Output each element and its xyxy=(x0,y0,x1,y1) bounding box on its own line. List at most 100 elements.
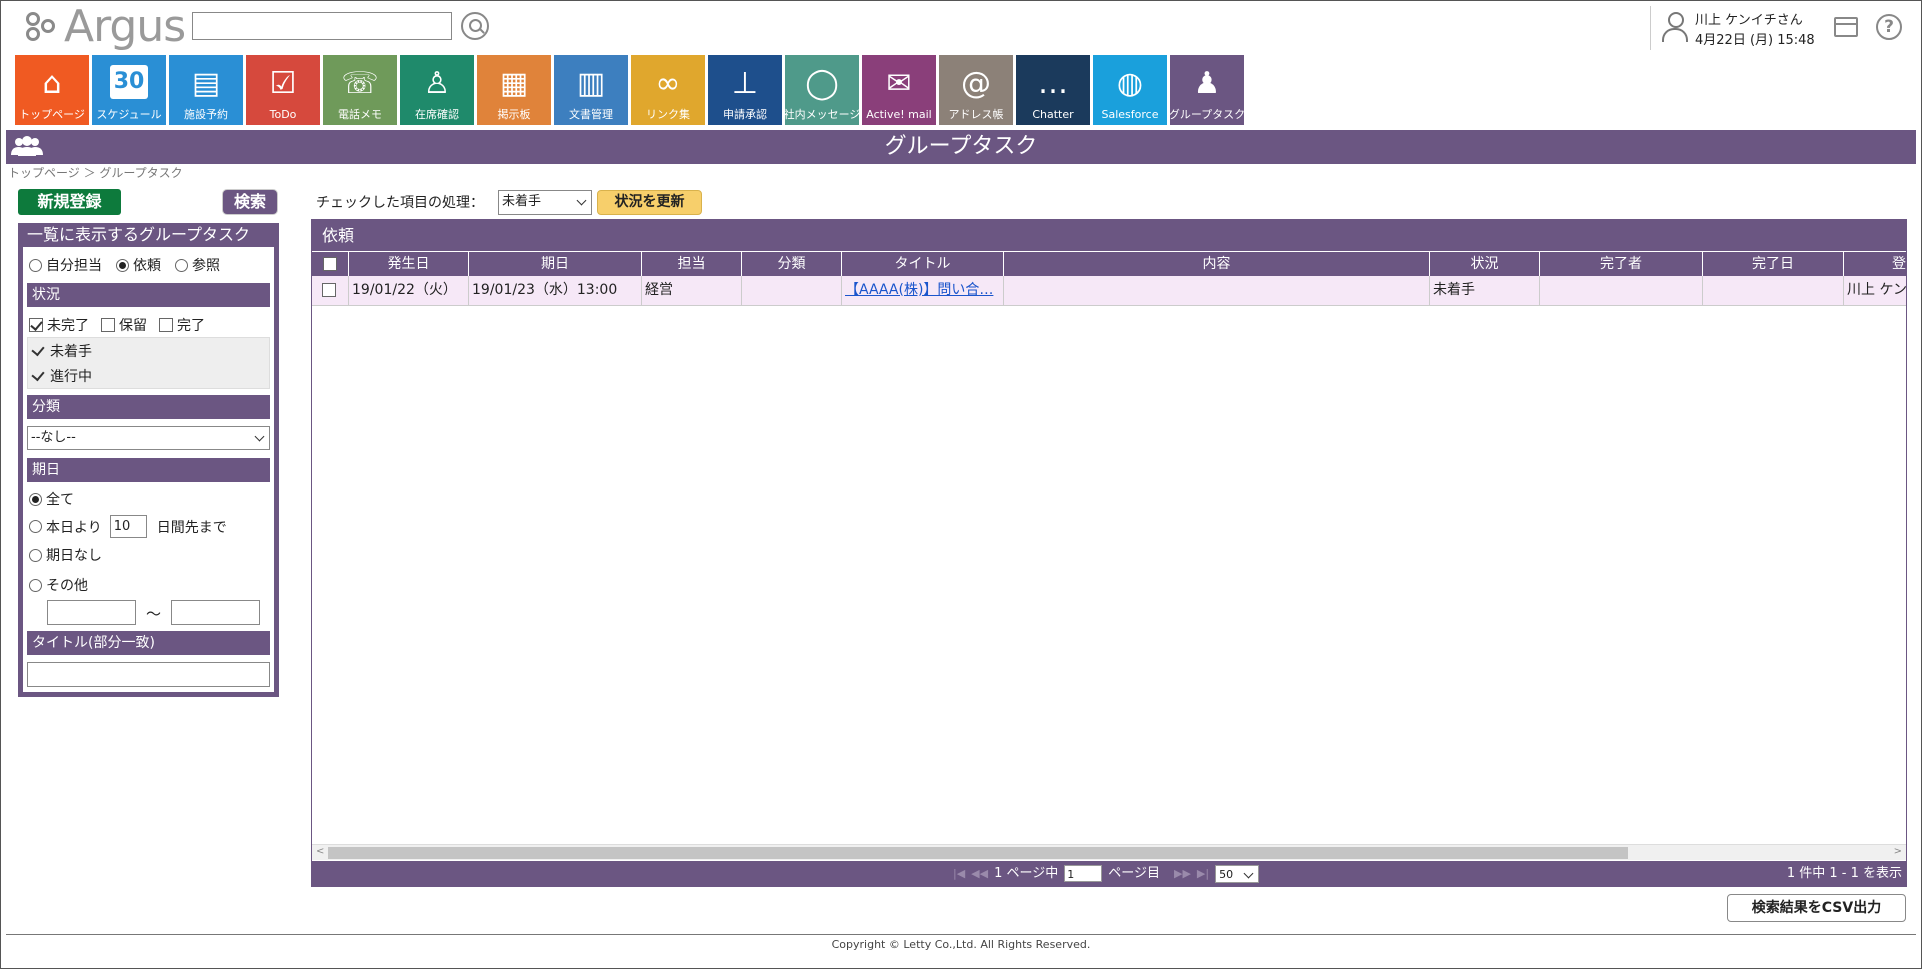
app-tile[interactable]: ▦ 掲示板 xyxy=(477,55,551,125)
due-radio-other[interactable] xyxy=(29,578,42,592)
sub-status-item[interactable]: 未着手 xyxy=(31,341,92,361)
title-search-input[interactable] xyxy=(27,662,270,687)
due-from-input[interactable] xyxy=(47,600,136,625)
table-row[interactable]: 19/01/22（火） 19/01/23（水）13:00 経営 【AAAA(株)… xyxy=(312,276,1906,306)
sub-status-item[interactable]: 進行中 xyxy=(31,366,92,386)
next-page-icon[interactable]: ▶▶ xyxy=(1174,861,1191,886)
breadcrumb[interactable]: トップページ ＞ グループタスク xyxy=(8,164,183,181)
app-tile-label: リンク集 xyxy=(646,108,690,121)
footer-copyright: Copyright © Letty Co.,Ltd. All Rights Re… xyxy=(831,938,1091,951)
page-number-input[interactable]: 1 xyxy=(1064,865,1103,882)
scope-radio-request[interactable] xyxy=(116,258,129,272)
window-icon[interactable] xyxy=(1834,17,1858,37)
task-title-link[interactable]: 【AAAA(株)】問い合… xyxy=(845,282,993,298)
scroll-left-icon[interactable]: < xyxy=(316,846,324,857)
pager-controls: |◀ ◀◀ 1 ページ中 1 ページ目 ▶▶ ▶| 50 xyxy=(953,861,1260,886)
due-radio-from-today[interactable] xyxy=(29,520,42,533)
column-header[interactable]: 発生日 xyxy=(349,252,469,276)
current-datetime: 4月22日 (月) 15:48 xyxy=(1695,33,1815,48)
cell-content xyxy=(1004,276,1430,305)
sub-status-label: 進行中 xyxy=(50,369,92,385)
cell-completed-on xyxy=(1703,276,1844,305)
scrollbar-thumb[interactable] xyxy=(328,847,1628,859)
check-icon xyxy=(31,342,45,356)
scroll-right-icon[interactable]: > xyxy=(1894,846,1902,857)
column-header[interactable]: 内容 xyxy=(1004,252,1430,276)
column-header[interactable]: 完了日 xyxy=(1703,252,1844,276)
mail-icon: ✉ xyxy=(886,66,912,101)
horizontal-scrollbar[interactable]: < > xyxy=(312,844,1906,860)
column-header[interactable]: 完了者 xyxy=(1540,252,1703,276)
app-tile[interactable]: ∞ リンク集 xyxy=(631,55,705,125)
header: Argus 川上 ケンイチさん 4月22日 (月) 15:48 ? xyxy=(0,0,1922,54)
app-tile[interactable]: … Chatter xyxy=(1016,55,1090,125)
search-button[interactable]: 検索 xyxy=(222,189,278,215)
batch-status-select[interactable]: 未着手 xyxy=(498,190,592,215)
footer-divider xyxy=(6,934,1916,935)
due-to-input[interactable] xyxy=(171,600,260,625)
argus-logo[interactable]: Argus xyxy=(26,4,186,50)
status-check-hold[interactable] xyxy=(101,318,115,332)
prev-page-icon[interactable]: ◀◀ xyxy=(971,861,988,886)
home-icon: ⌂ xyxy=(42,66,62,101)
cell-due: 19/01/23（水）13:00 xyxy=(469,276,642,305)
app-tile[interactable]: @ アドレス帳 xyxy=(939,55,1013,125)
per-page-select[interactable]: 50 xyxy=(1215,864,1260,883)
column-header[interactable]: タイトル xyxy=(842,252,1004,276)
new-register-button[interactable]: 新規登録 xyxy=(18,189,121,215)
app-tile-label: Active! mail xyxy=(866,108,932,121)
pager: |◀ ◀◀ 1 ページ中 1 ページ目 ▶▶ ▶| 50 1 件中 1 - 1 … xyxy=(312,861,1906,886)
update-status-button[interactable]: 状況を更新 xyxy=(597,190,702,215)
csv-export-button[interactable]: 検索結果をCSV出力 xyxy=(1727,894,1906,922)
app-tile[interactable]: ✉ Active! mail xyxy=(862,55,936,125)
column-header[interactable]: 担当 xyxy=(642,252,742,276)
app-tile[interactable]: ▥ 文書管理 xyxy=(554,55,628,125)
app-tile[interactable]: ♙ 在席確認 xyxy=(400,55,474,125)
app-tile-label: グループタスク xyxy=(1168,108,1246,121)
help-icon[interactable]: ? xyxy=(1876,14,1902,40)
column-header[interactable]: 分類 xyxy=(742,252,842,276)
due-days-suffix: 日間先まで xyxy=(156,519,227,536)
due-radio-none[interactable] xyxy=(29,548,42,562)
column-header[interactable]: 期日 xyxy=(469,252,642,276)
app-tile[interactable]: ☏ 電話メモ xyxy=(323,55,397,125)
presence-icon: ♙ xyxy=(423,66,451,101)
phone-icon: ☏ xyxy=(341,66,379,101)
due-days-input[interactable]: 10 xyxy=(109,515,147,538)
last-page-icon[interactable]: ▶| xyxy=(1197,861,1209,886)
app-tile[interactable]: ◍ Salesforce xyxy=(1093,55,1167,125)
filter-panel: 一覧に表示するグループタスク 自分担当 依頼 参照 状況 未完了 保留 完了 未… xyxy=(18,223,279,697)
row-check-cell xyxy=(312,276,349,305)
scope-radio-mine[interactable] xyxy=(29,258,42,272)
due-label-other: その他 xyxy=(46,578,88,594)
search-icon[interactable] xyxy=(461,12,489,40)
due-radio-all[interactable] xyxy=(29,492,42,506)
scope-radio-reference[interactable] xyxy=(175,258,188,272)
app-tile[interactable]: ⊥ 申請承認 xyxy=(708,55,782,125)
app-tile[interactable]: ◯ 社内メッセージ xyxy=(784,55,860,125)
select-all-checkbox[interactable] xyxy=(323,257,337,271)
category-select[interactable]: --なし-- xyxy=(27,426,270,450)
app-tile[interactable]: ☑ ToDo xyxy=(246,55,320,125)
select-all-column xyxy=(312,252,349,276)
app-tile[interactable]: ▤ 施設予約 xyxy=(169,55,243,125)
batch-label: チェックした項目の処理： xyxy=(316,195,484,211)
first-page-icon[interactable]: |◀ xyxy=(953,861,965,886)
row-checkbox[interactable] xyxy=(322,283,336,297)
app-tile-label: Chatter xyxy=(1032,108,1074,121)
app-tile[interactable]: 30 スケジュール xyxy=(92,55,166,125)
cell-occurred: 19/01/22（火） xyxy=(349,276,469,305)
chevron-down-icon xyxy=(254,431,265,442)
column-header[interactable]: 状況 xyxy=(1430,252,1540,276)
app-tile-label: 掲示板 xyxy=(497,108,531,121)
user-name[interactable]: 川上 ケンイチさん xyxy=(1695,9,1803,28)
app-tile[interactable]: ♟ グループタスク xyxy=(1168,55,1246,125)
cell-registrant: 川上 ケン xyxy=(1847,282,1906,298)
scope-label-mine: 自分担当 xyxy=(46,258,102,274)
status-check-done[interactable] xyxy=(159,318,173,332)
search-input[interactable] xyxy=(192,12,452,40)
app-tile[interactable]: ⌂ トップページ xyxy=(15,55,89,125)
cell-title: 【AAAA(株)】問い合… xyxy=(842,276,1004,305)
status-check-incomplete[interactable] xyxy=(29,318,43,332)
column-header[interactable]: 登 xyxy=(1844,252,1906,276)
